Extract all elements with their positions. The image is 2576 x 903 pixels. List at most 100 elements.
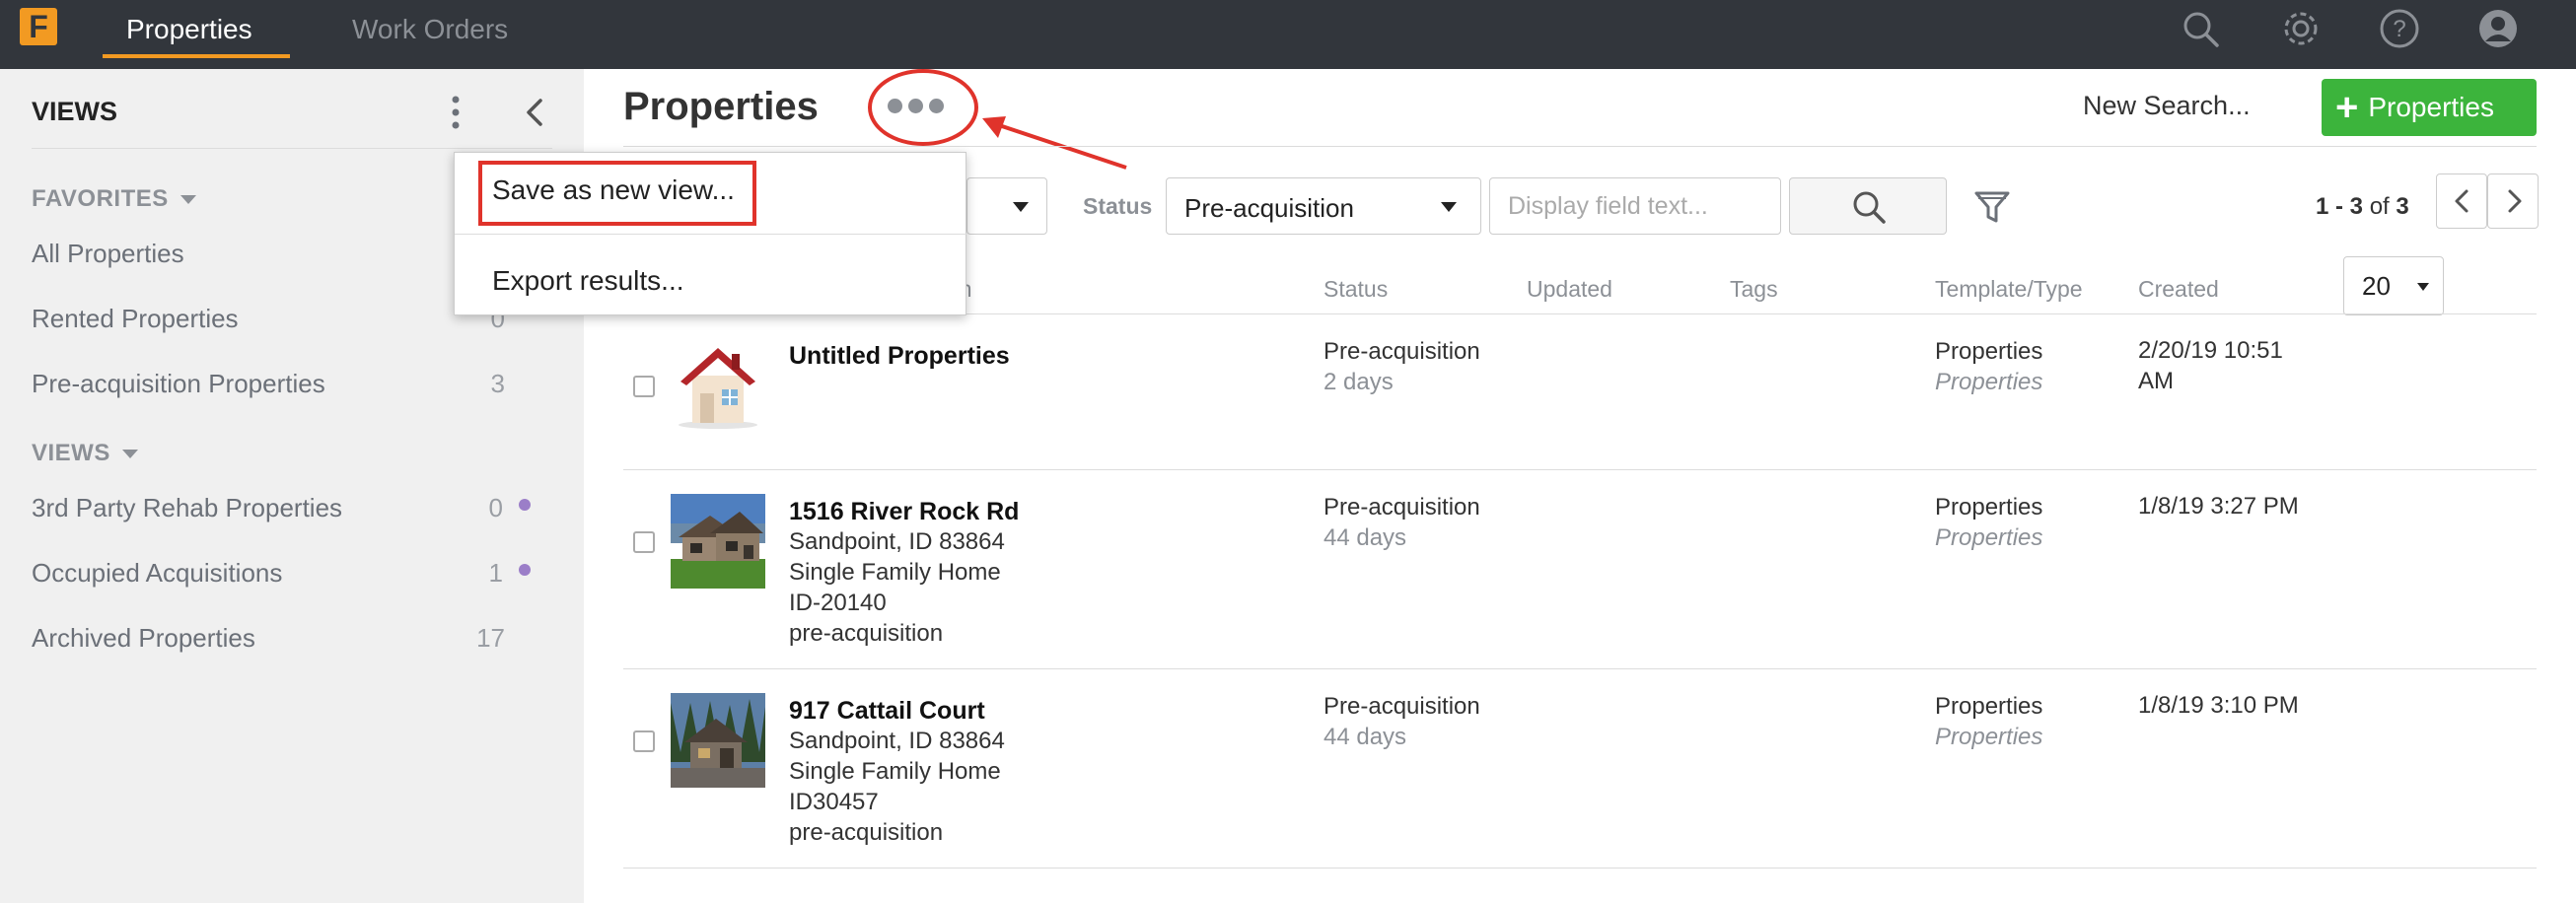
sidebar-item-label: All Properties bbox=[32, 239, 184, 268]
sidebar-item-3rd-party-rehab[interactable]: 3rd Party Rehab Properties 0 bbox=[32, 487, 552, 526]
property-address: Sandpoint, ID 83864 bbox=[789, 728, 1005, 754]
next-page-button[interactable] bbox=[2487, 174, 2539, 229]
row-created: 2/20/19 10:51 AM bbox=[2138, 335, 2283, 396]
caret-down-icon bbox=[121, 450, 138, 459]
help-icon[interactable]: ? bbox=[2379, 8, 2420, 49]
property-id: ID-20140 bbox=[789, 590, 887, 616]
section-favorites[interactable]: FAVORITES bbox=[32, 185, 196, 213]
chevron-left-icon bbox=[2455, 189, 2469, 213]
per-page-select[interactable]: 20 bbox=[2343, 256, 2444, 315]
search-icon bbox=[1853, 191, 1886, 224]
row-created-line: 2/20/19 10:51 bbox=[2138, 337, 2283, 364]
table-row[interactable]: 917 Cattail Court Sandpoint, ID 83864 Si… bbox=[623, 669, 2537, 868]
sidebar-item-count: 1 bbox=[488, 558, 503, 588]
row-status: Pre-acquisition bbox=[1324, 338, 1480, 365]
add-property-button[interactable]: + Properties bbox=[2322, 79, 2537, 136]
property-name[interactable]: 917 Cattail Court bbox=[789, 697, 985, 726]
user-icon[interactable] bbox=[2477, 8, 2519, 49]
page-title: Properties bbox=[623, 85, 819, 128]
column-header-tags[interactable]: Tags bbox=[1730, 276, 1778, 303]
plus-icon: + bbox=[2335, 86, 2359, 129]
menu-item-export-results[interactable]: Export results... bbox=[492, 265, 684, 297]
sidebar-item-label: Archived Properties bbox=[32, 623, 255, 653]
kebab-menu-icon[interactable] bbox=[446, 93, 465, 134]
property-thumbnail-house-icon bbox=[671, 336, 765, 431]
caret-down-icon bbox=[179, 195, 196, 205]
menu-divider bbox=[455, 234, 967, 235]
section-label: FAVORITES bbox=[32, 185, 169, 212]
section-views[interactable]: VIEWS bbox=[32, 440, 138, 467]
caret-down-icon bbox=[2417, 283, 2429, 291]
annotation-circle bbox=[868, 69, 978, 146]
search-button[interactable] bbox=[1789, 177, 1947, 235]
tab-properties[interactable]: Properties bbox=[126, 0, 252, 69]
row-status: Pre-acquisition bbox=[1324, 494, 1480, 521]
column-header-status[interactable]: Status bbox=[1324, 276, 1388, 303]
filter-funnel-icon[interactable] bbox=[1972, 187, 2012, 227]
row-template: Properties bbox=[1935, 693, 2043, 720]
row-type: Properties bbox=[1935, 369, 2043, 395]
sidebar-item-count: 3 bbox=[490, 369, 505, 398]
per-page-value: 20 bbox=[2362, 271, 2391, 301]
table-row[interactable]: Untitled Properties Pre-acquisition 2 da… bbox=[623, 314, 2537, 470]
row-status-age: 2 days bbox=[1324, 369, 1394, 395]
section-label: VIEWS bbox=[32, 440, 110, 466]
collapse-sidebar-icon[interactable] bbox=[517, 95, 552, 130]
tab-work-orders[interactable]: Work Orders bbox=[352, 0, 508, 69]
property-photo-cattail-court bbox=[671, 693, 765, 788]
display-field-input[interactable] bbox=[1489, 177, 1781, 235]
row-checkbox[interactable] bbox=[633, 531, 655, 553]
add-button-label: Properties bbox=[2368, 92, 2494, 122]
chevron-right-icon bbox=[2508, 189, 2522, 213]
row-created: 1/8/19 3:27 PM bbox=[2138, 491, 2299, 521]
property-tag: pre-acquisition bbox=[789, 620, 944, 647]
search-icon[interactable] bbox=[2180, 8, 2221, 49]
prev-page-button[interactable] bbox=[2436, 174, 2487, 229]
property-name[interactable]: 1516 River Rock Rd bbox=[789, 498, 1019, 526]
row-type: Properties bbox=[1935, 724, 2043, 750]
sidebar-item-occupied-acquisitions[interactable]: Occupied Acquisitions 1 bbox=[32, 552, 552, 591]
row-created-line: 1/8/19 3:27 PM bbox=[2138, 493, 2299, 520]
row-status: Pre-acquisition bbox=[1324, 693, 1480, 720]
sidebar-item-archived-properties[interactable]: Archived Properties 17 bbox=[32, 617, 552, 657]
gear-icon[interactable] bbox=[2280, 8, 2322, 49]
property-tag: pre-acquisition bbox=[789, 819, 944, 846]
sidebar-item-pre-acquisition-properties[interactable]: Pre-acquisition Properties 3 bbox=[32, 363, 552, 402]
sidebar-item-label: 3rd Party Rehab Properties bbox=[32, 493, 343, 522]
sidebar-title: VIEWS bbox=[32, 97, 118, 126]
sidebar-item-label: Pre-acquisition Properties bbox=[32, 369, 325, 398]
column-header-updated[interactable]: Updated bbox=[1527, 276, 1612, 303]
shared-view-dot-icon bbox=[519, 499, 531, 511]
sidebar-item-label: Occupied Acquisitions bbox=[32, 558, 283, 588]
property-name[interactable]: Untitled Properties bbox=[789, 342, 1010, 371]
app-logo[interactable]: F bbox=[20, 8, 57, 45]
pager-of: of bbox=[2369, 193, 2390, 220]
row-status-age: 44 days bbox=[1324, 724, 1407, 750]
row-template: Properties bbox=[1935, 338, 2043, 365]
column-header-template[interactable]: Template/Type bbox=[1935, 276, 2083, 303]
new-search-link[interactable]: New Search... bbox=[2083, 91, 2251, 121]
row-created-line: AM bbox=[2138, 368, 2174, 394]
annotation-highlight-box bbox=[478, 161, 756, 226]
property-photo-river-rock bbox=[671, 494, 765, 589]
row-created-line: 1/8/19 3:10 PM bbox=[2138, 692, 2299, 719]
caret-down-icon bbox=[1013, 202, 1029, 212]
pager-total: 3 bbox=[2396, 193, 2409, 220]
header-divider bbox=[623, 146, 2537, 147]
caret-down-icon bbox=[1441, 202, 1457, 212]
status-select[interactable]: Pre-acquisition bbox=[1166, 177, 1481, 235]
column-header-created[interactable]: Created bbox=[2138, 276, 2219, 303]
row-checkbox[interactable] bbox=[633, 730, 655, 752]
shared-view-dot-icon bbox=[519, 564, 531, 576]
property-type: Single Family Home bbox=[789, 559, 1001, 586]
svg-text:?: ? bbox=[2393, 16, 2405, 42]
filter-select[interactable] bbox=[966, 177, 1047, 235]
property-address: Sandpoint, ID 83864 bbox=[789, 528, 1005, 555]
row-checkbox[interactable] bbox=[633, 376, 655, 397]
more-options-menu: Save as new view... Export results... bbox=[454, 152, 967, 315]
sidebar-item-count: 0 bbox=[488, 493, 503, 522]
pager-range: 1 - 3 of 3 bbox=[2316, 193, 2409, 221]
row-type: Properties bbox=[1935, 524, 2043, 551]
annotation-arrow bbox=[982, 116, 1127, 170]
table-row[interactable]: 1516 River Rock Rd Sandpoint, ID 83864 S… bbox=[623, 470, 2537, 669]
